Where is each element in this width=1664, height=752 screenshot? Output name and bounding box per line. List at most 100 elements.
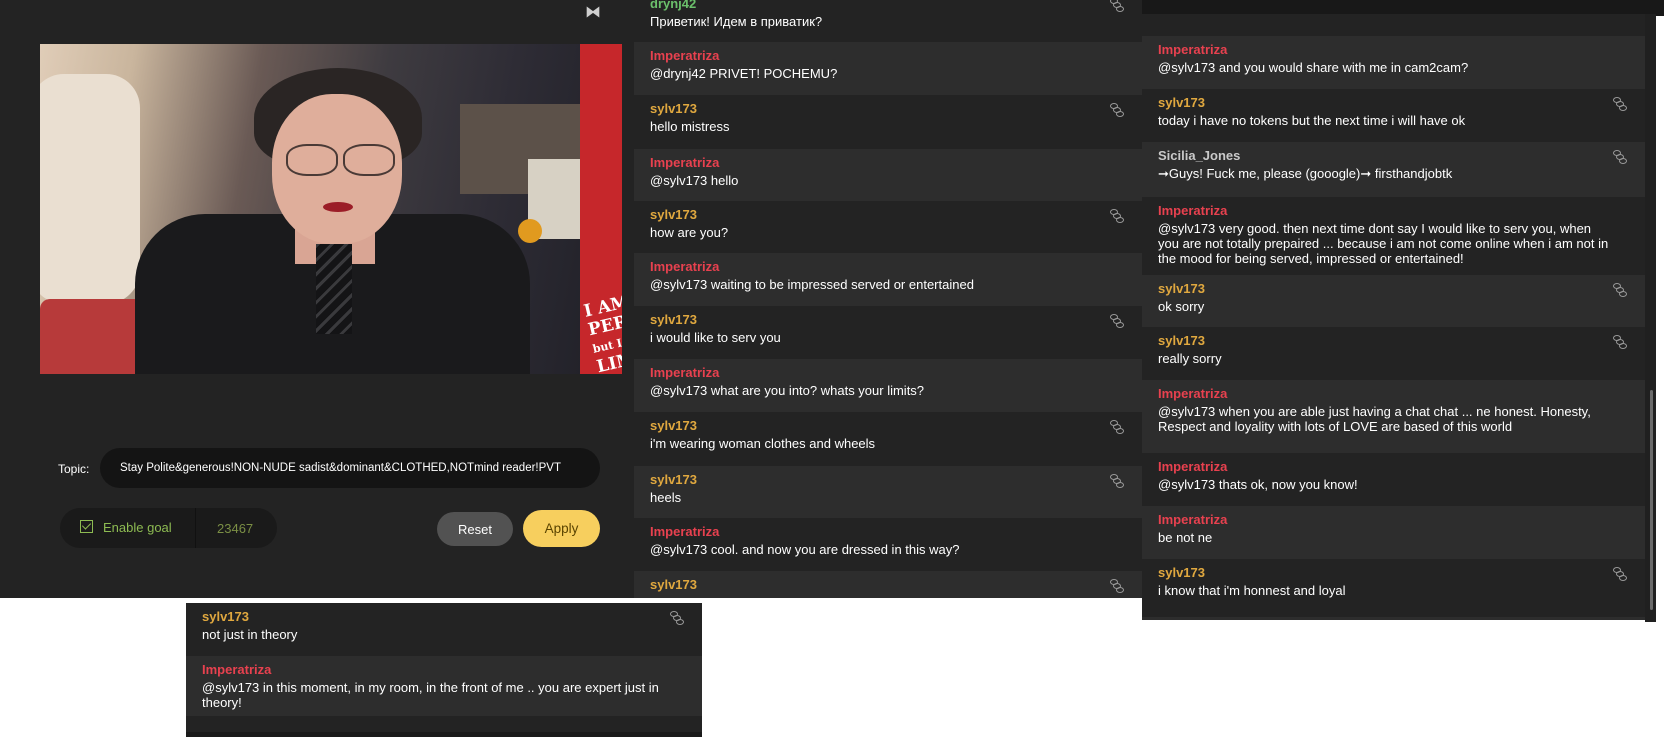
chat-message: sylv173 not just in theory xyxy=(186,603,702,656)
chat-username[interactable]: Imperatriza xyxy=(1158,203,1611,218)
chat-username[interactable]: Imperatriza xyxy=(650,48,1108,63)
goal-divider xyxy=(195,508,196,548)
chat-message: Imperatriza @sylv173 waiting to be impres… xyxy=(634,253,1142,306)
chat-panel-right: Imperatriza @sylv173 and you would share … xyxy=(1142,14,1645,620)
chat-message-text: i'm wearing woman clothes and wheels xyxy=(650,436,876,451)
chat-panel-bottom: sylv173 not just in theory Imperatriza @syl… xyxy=(186,603,702,737)
chat-message: sylv173 heels xyxy=(634,466,1142,518)
chat-message: sylv173 i would like to serv you xyxy=(634,306,1142,359)
chat-message-text: not just in theory xyxy=(202,627,298,642)
topic-label: Topic: xyxy=(58,462,90,476)
chat-message: Imperatriza @sylv173 thats ok, now you kn… xyxy=(1142,453,1645,506)
chat-message-text: be not ne xyxy=(1158,530,1213,545)
chat-username[interactable]: Imperatriza xyxy=(650,524,1108,539)
chat-input-bar[interactable] xyxy=(186,732,702,737)
chat-message-text: @sylv173 waiting to be impressed served … xyxy=(650,277,974,292)
goal-control: Enable goal 23467 xyxy=(60,508,277,548)
chat-username[interactable]: sylv173 xyxy=(650,101,1108,116)
chat-message: sylv173and love is the best energy on th… xyxy=(1142,617,1645,620)
tip-tokens-icon[interactable] xyxy=(1110,579,1126,593)
chat-message-text: ➞Guys! Fuck me, please (gooogle)➞ firsth… xyxy=(1158,166,1453,181)
chat-username[interactable]: Sicilia_Jones xyxy=(1158,148,1611,163)
tip-tokens-icon[interactable] xyxy=(1110,209,1126,223)
chat-username[interactable]: sylv173 xyxy=(650,577,1108,592)
chat-message-text: @sylv173 thats ok, now you know! xyxy=(1158,477,1358,492)
chat-username[interactable]: sylv173 xyxy=(1158,95,1611,110)
chat-username[interactable]: sylv173 xyxy=(650,418,1108,433)
chat-message-text: @sylv173 when you are able just having a… xyxy=(1158,404,1591,434)
chat-username[interactable]: sylv173 xyxy=(650,207,1108,222)
enable-goal-checkbox[interactable] xyxy=(80,520,93,533)
tip-tokens-icon[interactable] xyxy=(1110,0,1126,12)
chat-message-text: @sylv173 hello xyxy=(650,173,739,188)
chat-username[interactable]: drynj42 xyxy=(650,0,1108,11)
chat-message: sylv173 i know that i'm honnest and loyal xyxy=(1142,559,1645,617)
reset-button[interactable]: Reset xyxy=(437,512,513,546)
chat-username[interactable]: sylv173 xyxy=(650,312,1108,327)
goal-amount-input[interactable]: 23467 xyxy=(217,521,253,536)
chat-username[interactable]: sylv173 xyxy=(1158,281,1611,296)
chat-message-text: i know that i'm honnest and loyal xyxy=(1158,583,1346,598)
tip-tokens-icon[interactable] xyxy=(1613,335,1629,349)
chat-username[interactable]: sylv173 xyxy=(1158,333,1611,348)
video-person-lips xyxy=(323,202,353,212)
chat-username[interactable]: Imperatriza xyxy=(1158,42,1611,57)
chat-username[interactable]: sylv173 xyxy=(202,609,668,624)
chat-message: Imperatriza @sylv173 when you are able ju… xyxy=(1142,380,1645,453)
chat-message-text: today i have no tokens but the next time… xyxy=(1158,113,1466,128)
chat-message: Imperatriza @sylv173 what are you into? w… xyxy=(634,359,1142,412)
chat-username[interactable]: Imperatriza xyxy=(1158,512,1611,527)
chat-username[interactable]: Imperatriza xyxy=(202,662,668,677)
chat-message-text: @sylv173 in this moment, in my room, in … xyxy=(202,680,659,710)
chat-message: Sicilia_Jones ➞Guys! Fuck me, please (goo… xyxy=(1142,142,1645,197)
webcam-video: I AM PERF but I am LIMIT EDITIO xyxy=(40,44,622,374)
chat-message: Imperatriza be not ne xyxy=(1142,506,1645,559)
chat-username[interactable]: Imperatriza xyxy=(650,365,1108,380)
chat-username[interactable]: Imperatriza xyxy=(1158,386,1611,401)
chat-message: sylv173 xyxy=(634,571,1142,598)
chat-message-text: @sylv173 very good. then next time dont … xyxy=(1158,221,1609,266)
chat-message: sylv173 really sorry xyxy=(1142,327,1645,380)
chat-message: sylv173 hello mistress xyxy=(634,95,1142,149)
chat-message: Imperatriza @sylv173 in this moment, in m… xyxy=(186,656,702,716)
chat-message-text: heels xyxy=(650,490,682,505)
chat-username[interactable]: sylv173 xyxy=(650,472,1108,487)
chat-message-text: @drynj42 PRIVET! POCHEMU? xyxy=(650,66,838,81)
chat-message: sylv173 today i have no tokens but the ne… xyxy=(1142,89,1645,142)
tip-tokens-icon[interactable] xyxy=(1613,283,1629,297)
tip-tokens-icon[interactable] xyxy=(670,611,686,625)
chat-message-text: really sorry xyxy=(1158,351,1222,366)
tip-tokens-icon[interactable] xyxy=(1613,97,1629,111)
video-orange xyxy=(518,219,542,243)
chat-message: sylv173 i'm wearing woman clothes and whe… xyxy=(634,412,1142,466)
chat-message-text: Приветик! Идем в приватик? xyxy=(650,14,823,29)
tip-tokens-icon[interactable] xyxy=(1613,150,1629,164)
chat-scrollbar-thumb[interactable] xyxy=(1650,390,1653,610)
chat-message: Imperatriza @drynj42 PRIVET! POCHEMU? xyxy=(634,42,1142,95)
video-person-lace xyxy=(316,244,352,334)
video-glasses-right xyxy=(343,144,395,176)
chat-panel-main: drynj42 Приветик! Идем в приватик? Imperat… xyxy=(634,0,1142,598)
tip-tokens-icon[interactable] xyxy=(1110,103,1126,117)
chat-message: sylv173 ok sorry xyxy=(1142,275,1645,327)
chat-username[interactable]: Imperatriza xyxy=(650,259,1108,274)
chat-message-text: @sylv173 and you would share with me in … xyxy=(1158,60,1469,75)
chat-message-text: ok sorry xyxy=(1158,299,1205,314)
chat-username[interactable]: Imperatriza xyxy=(650,155,1108,170)
chat-message: Imperatriza @sylv173 very good. then next… xyxy=(1142,197,1645,275)
chat-message: sylv173 how are you? xyxy=(634,201,1142,253)
chat-message-text: i would like to serv you xyxy=(650,330,781,345)
apply-button[interactable]: Apply xyxy=(523,510,600,547)
chat-username[interactable]: sylv173 xyxy=(1158,565,1611,580)
share-icon[interactable]: ⧓ xyxy=(585,2,601,22)
tip-tokens-icon[interactable] xyxy=(1613,567,1629,581)
topic-input[interactable] xyxy=(100,448,600,488)
tip-tokens-icon[interactable] xyxy=(1110,314,1126,328)
video-chair xyxy=(40,74,140,304)
tip-tokens-icon[interactable] xyxy=(1110,474,1126,488)
enable-goal-label[interactable]: Enable goal xyxy=(103,520,172,535)
chat-message: drynj42 Приветик! Идем в приватик? xyxy=(634,0,1142,42)
tip-tokens-icon[interactable] xyxy=(1110,420,1126,434)
chat-username[interactable]: Imperatriza xyxy=(1158,459,1611,474)
broadcaster-panel: ⧓ I AM PERF but I am LIMIT EDITIO Topic:… xyxy=(0,0,634,598)
